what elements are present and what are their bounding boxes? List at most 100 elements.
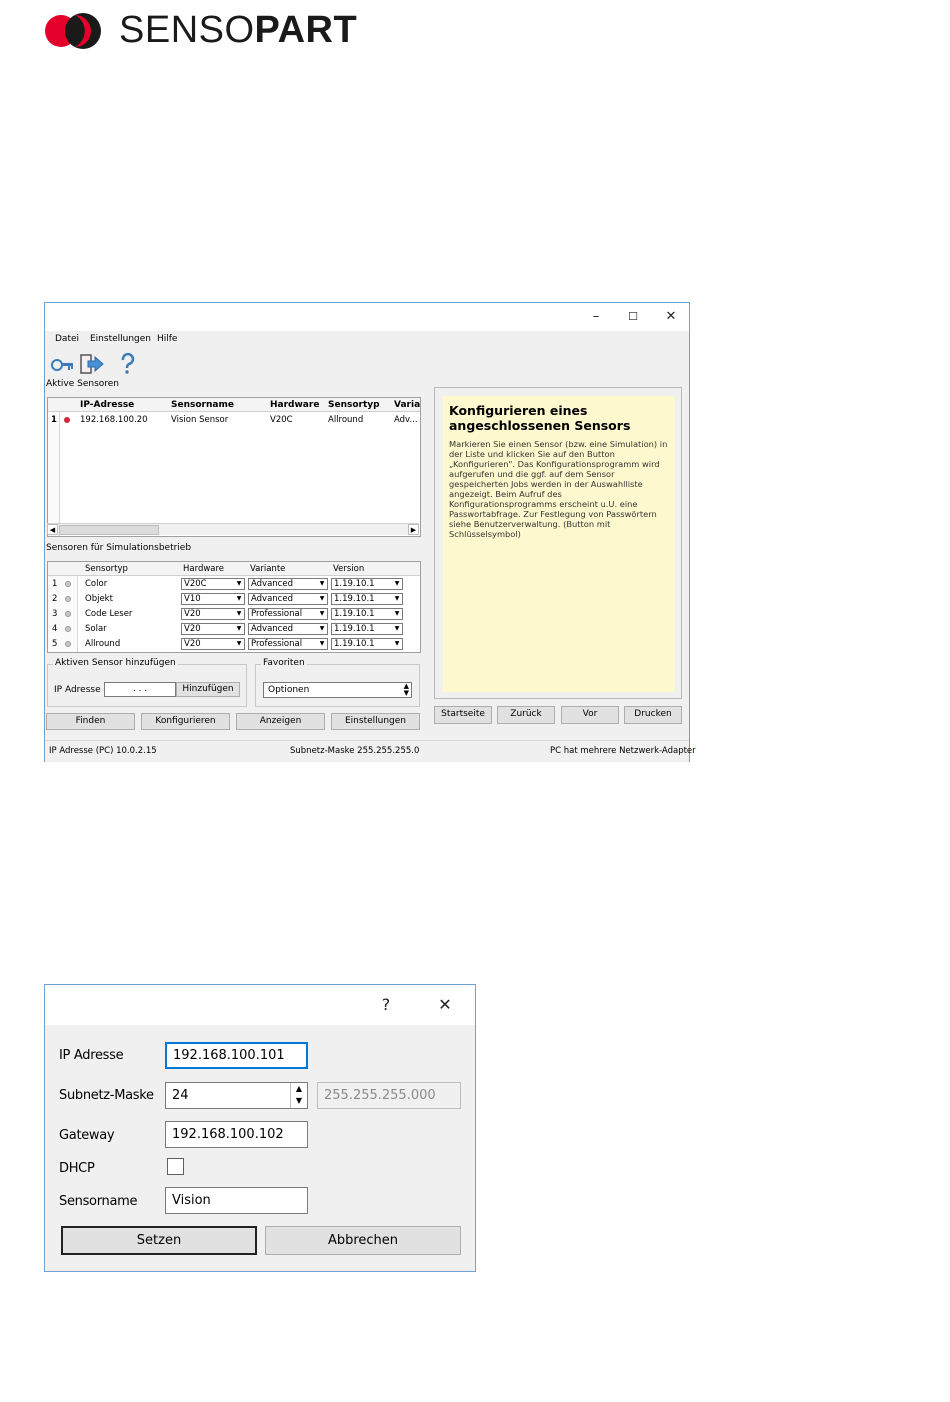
table-row[interactable]: 1 Color V20C ▼ Advanced ▼ 1.19.10.1 ▼ — [48, 577, 420, 592]
add-button[interactable]: Hinzufügen — [176, 682, 240, 697]
version-select[interactable]: 1.19.10.1 ▼ — [331, 608, 403, 620]
table-row[interactable]: 3 Code Leser V20 ▼ Professional ▼ 1.19.10.… — [48, 607, 420, 622]
home-button[interactable]: Startseite — [434, 706, 492, 724]
select-value: 1.19.10.1 — [334, 639, 375, 649]
key-icon[interactable] — [49, 352, 75, 376]
spin-down-icon[interactable]: ▼ — [291, 1095, 307, 1107]
column-header[interactable]: Hardware — [270, 400, 319, 410]
configure-button[interactable]: Konfigurieren — [141, 713, 230, 730]
column-header[interactable]: Hardware — [183, 564, 224, 574]
table-row[interactable]: 2 Objekt V10 ▼ Advanced ▼ 1.19.10.1 ▼ — [48, 592, 420, 607]
group-title: Aktiven Sensor hinzufügen — [53, 658, 178, 668]
close-button[interactable]: ✕ — [656, 307, 686, 327]
gateway-input[interactable]: 192.168.100.102 — [165, 1121, 308, 1148]
menu-hilfe[interactable]: Hilfe — [157, 334, 177, 344]
sensorname-label: Sensorname — [59, 1194, 138, 1209]
status-bar: IP Adresse (PC) 10.0.2.15 Subnetz-Maske … — [45, 740, 696, 762]
dropdown-icon: ▼ — [236, 625, 242, 632]
version-select[interactable]: 1.19.10.1 ▼ — [331, 578, 403, 590]
hardware-select[interactable]: V10 ▼ — [181, 593, 245, 605]
column-header[interactable]: Version — [333, 564, 364, 574]
table-row[interactable]: 1 192.168.100.20 Vision Sensor V20C Allr… — [48, 413, 420, 427]
cell-type: Color — [85, 579, 108, 589]
select-value: 1.19.10.1 — [334, 609, 375, 619]
status-note: PC hat mehrere Netzwerk-Adapter — [550, 746, 696, 756]
table-row[interactable]: 4 Solar V20 ▼ Advanced ▼ 1.19.10.1 ▼ — [48, 622, 420, 637]
select-value: Optionen — [268, 685, 310, 695]
cancel-button[interactable]: Abbrechen — [265, 1226, 461, 1255]
cell-type: Solar — [85, 624, 107, 634]
back-button[interactable]: Zurück — [497, 706, 555, 724]
menu-einstellungen[interactable]: Einstellungen — [90, 334, 151, 344]
column-header[interactable]: Sensorname — [171, 400, 234, 410]
menu-datei[interactable]: Datei — [55, 334, 79, 344]
sensorname-input[interactable]: Vision — [165, 1187, 308, 1214]
status-ip: IP Adresse (PC) 10.0.2.15 — [49, 746, 157, 756]
subnet-label: Subnetz-Maske — [59, 1088, 154, 1103]
spinbox-buttons[interactable]: ▲ ▼ — [290, 1083, 307, 1108]
horizontal-scrollbar[interactable]: ◀ ▶ — [47, 523, 419, 535]
settings-button[interactable]: Einstellungen — [331, 713, 420, 730]
row-number: 3 — [52, 609, 58, 619]
exit-icon[interactable] — [79, 352, 105, 376]
select-value: V10 — [184, 594, 201, 604]
cell-variant: Adv... — [394, 415, 418, 425]
variant-select[interactable]: Advanced ▼ — [248, 623, 328, 635]
favorites-group: Favoriten Optionen ▲ ▼ — [255, 658, 420, 707]
table-row[interactable]: 5 Allround V20 ▼ Professional ▼ 1.19.10.1 ▼ — [48, 637, 420, 652]
active-sensors-label: Aktive Sensoren — [46, 379, 120, 389]
column-header[interactable]: Varian — [394, 400, 420, 410]
variant-select[interactable]: Professional ▼ — [248, 638, 328, 650]
ip-address-input[interactable]: . . . — [104, 682, 176, 697]
set-button[interactable]: Setzen — [61, 1226, 257, 1255]
scroll-right-icon[interactable]: ▶ — [408, 524, 419, 535]
hardware-select[interactable]: V20 ▼ — [181, 608, 245, 620]
column-header[interactable]: IP-Adresse — [80, 400, 134, 410]
scroll-left-icon[interactable]: ◀ — [47, 524, 58, 535]
title-bar: – ☐ ✕ — [45, 303, 689, 331]
status-led-icon — [65, 641, 71, 647]
minimize-button[interactable]: – — [581, 307, 611, 327]
find-button[interactable]: Finden — [46, 713, 135, 730]
help-icon[interactable] — [115, 352, 141, 376]
hardware-select[interactable]: V20 ▼ — [181, 623, 245, 635]
column-header[interactable]: Sensortyp — [85, 564, 128, 574]
help-button[interactable]: ? — [371, 993, 401, 1017]
hardware-select[interactable]: V20C ▼ — [181, 578, 245, 590]
ip-settings-dialog: ? ✕ IP Adresse 192.168.100.101 Subnetz-M… — [44, 984, 476, 1272]
sensor-finder-window: – ☐ ✕ Datei Einstellungen Hilfe Aktive S… — [44, 302, 696, 762]
dropdown-icon: ▼ — [394, 595, 400, 602]
forward-button[interactable]: Vor — [561, 706, 619, 724]
column-header[interactable]: Variante — [250, 564, 285, 574]
select-value: Professional — [251, 609, 303, 619]
status-led-icon — [65, 596, 71, 602]
spin-up-icon[interactable]: ▲ — [291, 1083, 307, 1095]
show-button[interactable]: Anzeigen — [236, 713, 325, 730]
version-select[interactable]: 1.19.10.1 ▼ — [331, 623, 403, 635]
version-select[interactable]: 1.19.10.1 ▼ — [331, 593, 403, 605]
dropdown-icon: ▼ — [394, 610, 400, 617]
spin-icon: ▲ ▼ — [403, 682, 409, 697]
select-value: 1.19.10.1 — [334, 624, 375, 634]
add-sensor-group: Aktiven Sensor hinzufügen IP Adresse . .… — [47, 658, 247, 707]
print-button[interactable]: Drucken — [624, 706, 682, 724]
version-select[interactable]: 1.19.10.1 ▼ — [331, 638, 403, 650]
subnet-spinbox[interactable]: 24 ▲ ▼ — [165, 1082, 308, 1109]
column-header[interactable]: Sensortyp — [328, 400, 380, 410]
hardware-select[interactable]: V20 ▼ — [181, 638, 245, 650]
ip-label: IP Adresse — [59, 1048, 124, 1063]
simulation-table[interactable]: Sensortyp Hardware Variante Version 1 Co… — [47, 561, 421, 653]
variant-select[interactable]: Advanced ▼ — [248, 593, 328, 605]
dropdown-icon: ▼ — [319, 640, 325, 647]
active-sensors-table[interactable]: IP-Adresse Sensorname Hardware Sensortyp… — [47, 397, 421, 537]
variant-select[interactable]: Professional ▼ — [248, 608, 328, 620]
close-button[interactable]: ✕ — [430, 993, 460, 1017]
gateway-label: Gateway — [59, 1128, 115, 1143]
ip-address-input[interactable]: 192.168.100.101 — [165, 1042, 308, 1069]
scroll-thumb[interactable] — [59, 525, 159, 535]
variant-select[interactable]: Advanced ▼ — [248, 578, 328, 590]
dropdown-icon: ▼ — [394, 625, 400, 632]
maximize-button[interactable]: ☐ — [618, 307, 648, 327]
favorites-select[interactable]: Optionen ▲ ▼ — [263, 682, 412, 698]
dhcp-checkbox[interactable] — [167, 1158, 184, 1175]
